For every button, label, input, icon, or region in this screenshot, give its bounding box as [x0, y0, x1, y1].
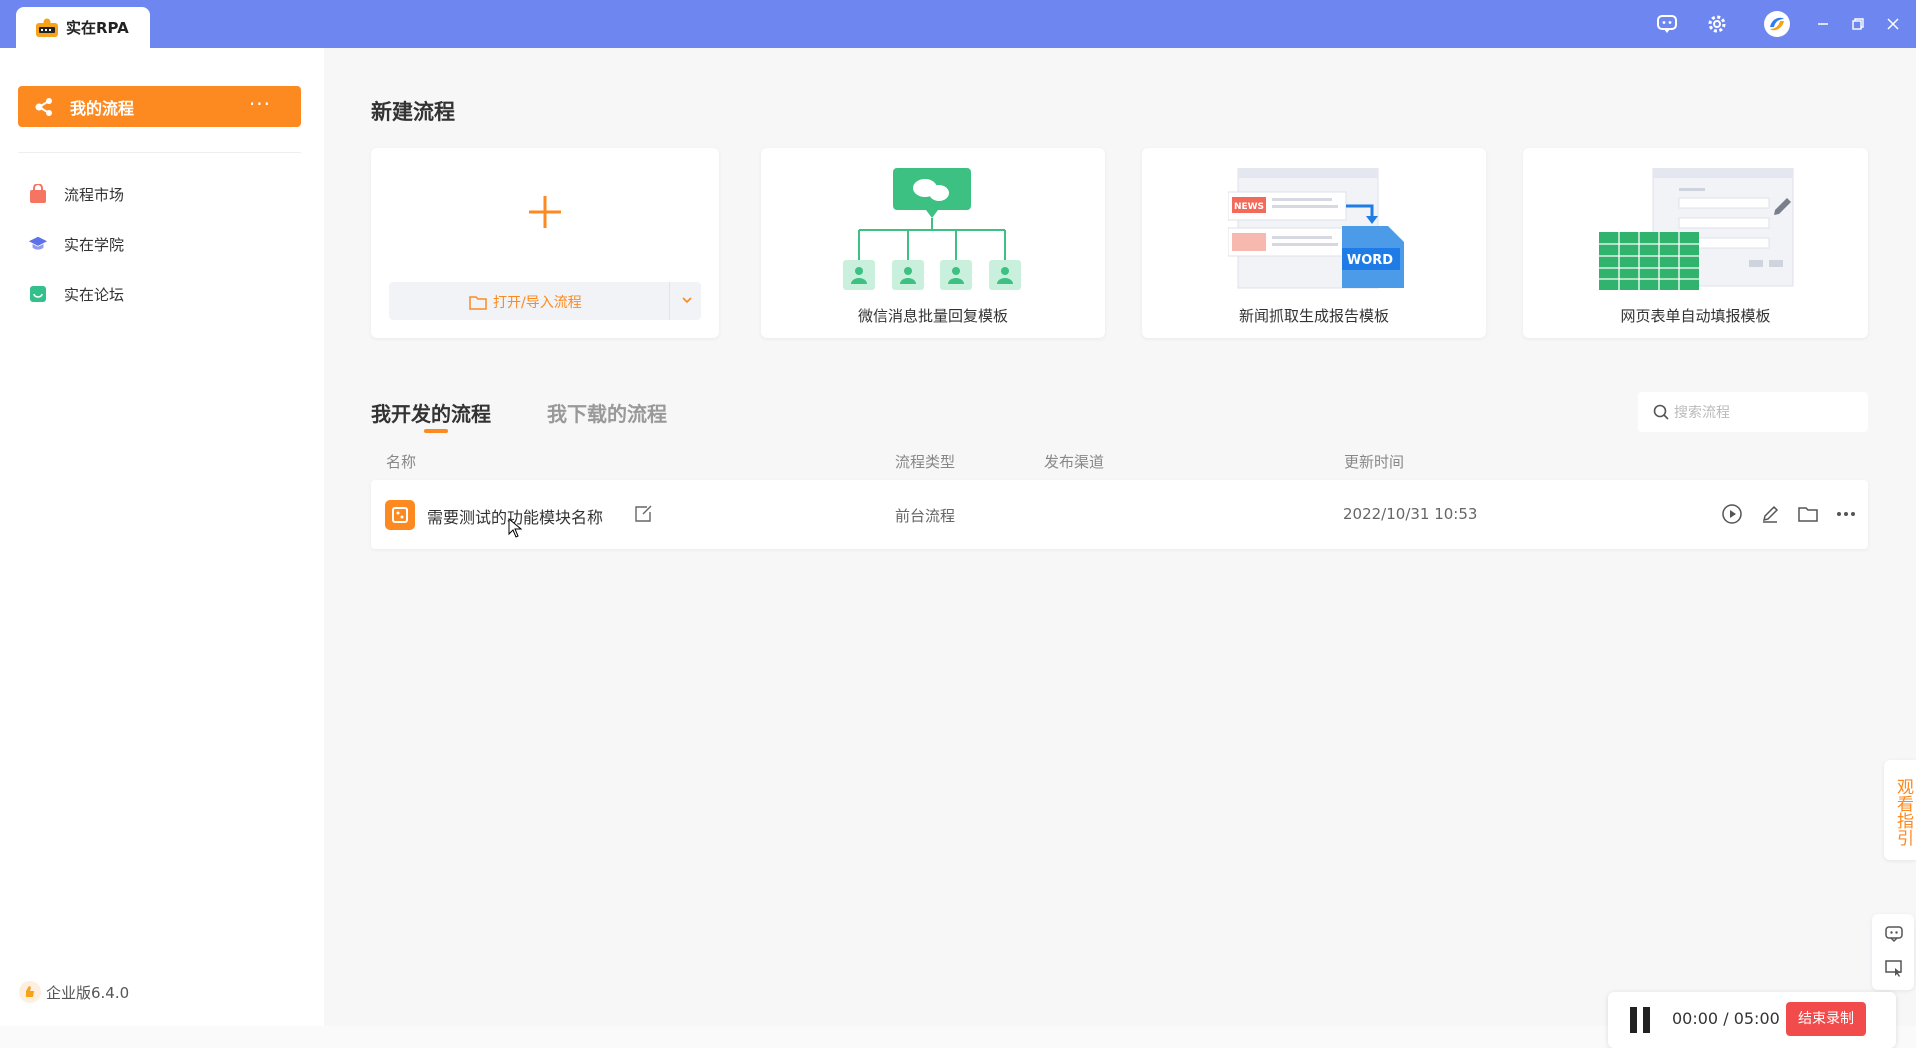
flow-type: 前台流程 [895, 507, 956, 525]
news-to-word-illustration: NEWS WORD [1228, 168, 1404, 289]
search-placeholder: 搜索流程 [1674, 405, 1730, 421]
version-text: 企业版6.4.0 [46, 983, 130, 1002]
edit-icon[interactable] [1758, 502, 1782, 526]
restore-icon[interactable] [1844, 10, 1872, 38]
folder-icon[interactable] [1796, 502, 1820, 526]
open-import-label: 打开/导入流程 [469, 292, 582, 312]
tab-my-downloaded-flows[interactable]: 我下载的流程 [547, 398, 667, 427]
watch-guide-tab[interactable]: 观看指引 [1884, 760, 1916, 860]
recording-limit: 05:00 [1733, 1009, 1780, 1028]
main-panel: 新建流程 打开/导入流程 微信消息批量回复模板 NEWS WORD 新闻抓取生成… [324, 48, 1916, 1048]
minimize-icon[interactable] [1809, 10, 1837, 38]
template-label: 新闻抓取生成报告模板 [1238, 307, 1389, 325]
title-bar: 实在RPA [0, 0, 1916, 48]
rename-icon[interactable] [633, 504, 653, 524]
recording-separator: / [1723, 1009, 1729, 1028]
svg-text:NEWS: NEWS [1234, 202, 1264, 212]
chevron-down-icon[interactable] [677, 290, 697, 310]
column-header-name: 名称 [386, 453, 417, 471]
flow-updated-time: 2022/10/31 10:53 [1343, 505, 1478, 523]
sidebar-item-my-flows[interactable]: 我的流程 ··· [18, 86, 301, 127]
screen-select-icon[interactable] [1882, 956, 1906, 980]
stop-recording-button[interactable]: 结束录制 [1786, 1002, 1866, 1036]
more-options-icon[interactable] [1834, 502, 1858, 526]
shopping-bag-icon [28, 184, 48, 204]
search-input[interactable]: 搜索流程 [1638, 392, 1868, 432]
more-options-icon[interactable]: ··· [249, 92, 271, 116]
search-icon [1653, 404, 1669, 420]
app-tab-label: 实在RPA [66, 19, 129, 37]
flow-type-icon [385, 500, 415, 530]
sidebar-item-market[interactable]: 流程市场 [28, 176, 288, 212]
recording-elapsed: 00:00 [1672, 1009, 1719, 1028]
new-flow-card[interactable]: 打开/导入流程 [371, 148, 719, 338]
sidebar-item-academy[interactable]: 实在学院 [28, 226, 288, 262]
sidebar-item-label: 流程市场 [64, 185, 125, 204]
gear-icon[interactable] [1703, 10, 1731, 38]
app-tab[interactable]: 实在RPA [16, 7, 150, 48]
floating-tools [1872, 914, 1914, 990]
forum-icon [28, 284, 48, 304]
close-icon[interactable] [1879, 10, 1907, 38]
open-import-button[interactable]: 打开/导入流程 [389, 282, 701, 320]
sidebar-item-label: 实在论坛 [64, 285, 125, 304]
graduation-cap-icon [28, 234, 48, 254]
wechat-org-illustration [843, 168, 1021, 290]
sidebar-item-label: 实在学院 [64, 235, 125, 254]
template-card-webform[interactable]: 网页表单自动填报模板 [1523, 148, 1868, 338]
folder-icon [469, 295, 487, 310]
tab-my-developed-flows[interactable]: 我开发的流程 [371, 398, 491, 427]
web-form-sheet-illustration [1599, 168, 1794, 290]
sidebar-divider [18, 152, 301, 153]
recording-panel: 00:00 / 05:00 结束录制 [1608, 992, 1896, 1048]
open-import-text: 打开/导入流程 [493, 295, 582, 311]
feedback-icon[interactable] [1882, 922, 1906, 946]
button-separator [669, 282, 670, 320]
table-row[interactable]: 需要测试的功能模块名称 前台流程 2022/10/31 10:53 [371, 480, 1868, 549]
active-tab-indicator [424, 429, 448, 433]
template-card-news[interactable]: NEWS WORD 新闻抓取生成报告模板 [1142, 148, 1486, 338]
recording-time: 00:00 / 05:00 [1672, 1009, 1780, 1028]
column-header-updated: 更新时间 [1344, 453, 1405, 471]
new-flow-title: 新建流程 [371, 100, 455, 124]
svg-text:WORD: WORD [1347, 253, 1393, 268]
sidebar: 我的流程 ··· 流程市场 实在学院 实在论坛 企业版6.4.0 [0, 48, 324, 1026]
run-icon[interactable] [1720, 502, 1744, 526]
version-label: 企业版6.4.0 [18, 980, 129, 1004]
account-avatar-icon[interactable] [1763, 10, 1791, 38]
chat-icon[interactable] [1653, 10, 1681, 38]
template-card-wechat[interactable]: 微信消息批量回复模板 [761, 148, 1105, 338]
plus-icon [529, 196, 561, 228]
mouse-cursor-icon [508, 518, 522, 538]
column-header-channel: 发布渠道 [1044, 453, 1105, 471]
edition-badge-icon [19, 981, 41, 1003]
column-header-type: 流程类型 [895, 453, 956, 471]
template-label: 微信消息批量回复模板 [857, 307, 1008, 325]
template-label: 网页表单自动填报模板 [1620, 307, 1771, 325]
app-logo-icon [36, 18, 58, 37]
pause-icon[interactable] [1628, 1007, 1652, 1033]
sidebar-item-forum[interactable]: 实在论坛 [28, 276, 288, 312]
sidebar-item-my-flows-label: 我的流程 [70, 98, 135, 118]
flow-share-icon [35, 98, 52, 116]
